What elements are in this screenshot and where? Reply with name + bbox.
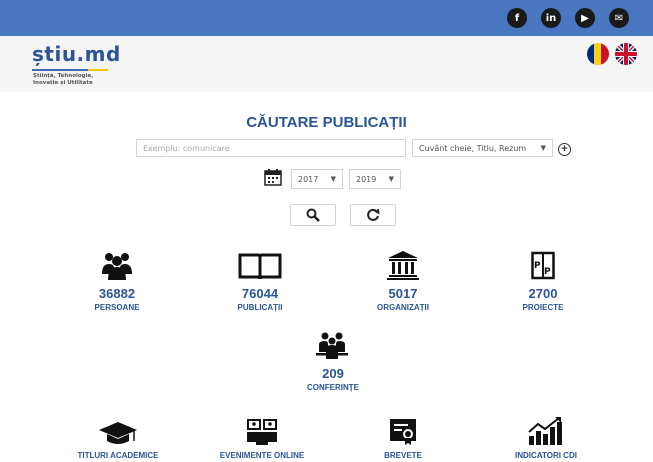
online-events-link[interactable]: EVENIMENTE ONLINE (192, 451, 332, 460)
stat-conferences[interactable]: 209 CONFERINȚE (273, 366, 393, 392)
stat-label: ORGANIZAȚII (377, 303, 429, 312)
book-icon (238, 252, 282, 285)
search-title: CĂUTARE PUBLICAȚII (246, 114, 407, 131)
patent-icon (389, 418, 417, 451)
year-to-select[interactable]: 2019 ▼ (349, 169, 401, 189)
patents-link[interactable]: BREVETE (333, 451, 473, 460)
stat-number: 76044 (241, 286, 279, 301)
site-tagline: Știință, Tehnologie, Inovație și Utilita… (33, 73, 93, 87)
tagline-line-1: Știință, Tehnologie, (33, 73, 94, 79)
youtube-icon[interactable]: ▶ (575, 8, 595, 28)
site-logo[interactable]: știu.md (32, 42, 121, 66)
stat-number: 36882 (98, 286, 136, 301)
conference-icon (316, 332, 348, 365)
stat-persons[interactable]: 36882 PERSOANE (57, 286, 177, 312)
search-placeholder: Exemplu: comunicare (143, 143, 230, 153)
reset-button[interactable] (350, 204, 396, 226)
calendar-icon (264, 168, 282, 191)
cdi-indicators-link[interactable]: INDICATORI CDI (476, 451, 616, 460)
stat-number: 2700 (528, 286, 558, 301)
language-ro-flag[interactable] (587, 43, 609, 65)
tagline-line-2: Inovație și Utilitate (33, 80, 93, 86)
stat-label: PERSOANE (94, 303, 140, 312)
stat-label: PROIECTE (522, 303, 564, 312)
mail-icon[interactable]: ✉ (609, 8, 629, 28)
add-filter-button[interactable]: + (558, 143, 571, 156)
search-field-select[interactable]: Cuvânt cheie, Titlu, Rezum ▼ (412, 139, 553, 157)
search-icon (306, 208, 320, 222)
stat-number: 5017 (388, 286, 418, 301)
stat-number: 209 (322, 366, 344, 381)
search-field-value: Cuvânt cheie, Titlu, Rezum (419, 143, 527, 153)
year-to-value: 2019 (356, 174, 377, 184)
logo-underline-accent (88, 69, 108, 71)
top-bar: f in ▶ ✉ (0, 0, 653, 36)
year-from-value: 2017 (298, 174, 319, 184)
svg-text:P: P (544, 267, 551, 277)
stat-publications[interactable]: 76044 PUBLICAȚII (200, 286, 320, 312)
chevron-down-icon: ▼ (540, 144, 546, 152)
language-en-flag[interactable] (615, 43, 637, 65)
stat-organizations[interactable]: 5017 ORGANIZAȚII (343, 286, 463, 312)
people-icon (100, 250, 134, 285)
stat-label: CONFERINȚE (307, 383, 359, 392)
svg-text:P: P (534, 261, 541, 271)
graduation-cap-icon (98, 420, 138, 451)
institution-icon (387, 250, 419, 285)
facebook-icon[interactable]: f (507, 8, 527, 28)
projects-icon: P P (531, 250, 555, 285)
stat-projects[interactable]: 2700 PROIECTE (483, 286, 603, 312)
online-events-icon (246, 418, 278, 451)
chevron-down-icon: ▼ (330, 175, 336, 183)
stat-label: PUBLICAȚII (237, 303, 283, 312)
refresh-icon (367, 208, 380, 221)
linkedin-icon[interactable]: in (541, 8, 561, 28)
search-button[interactable] (290, 204, 336, 226)
search-input[interactable]: Exemplu: comunicare (136, 139, 406, 157)
year-from-select[interactable]: 2017 ▼ (291, 169, 343, 189)
academic-titles-link[interactable]: TITLURI ACADEMICE (48, 451, 188, 460)
indicators-chart-icon (527, 416, 563, 451)
chevron-down-icon: ▼ (388, 175, 394, 183)
